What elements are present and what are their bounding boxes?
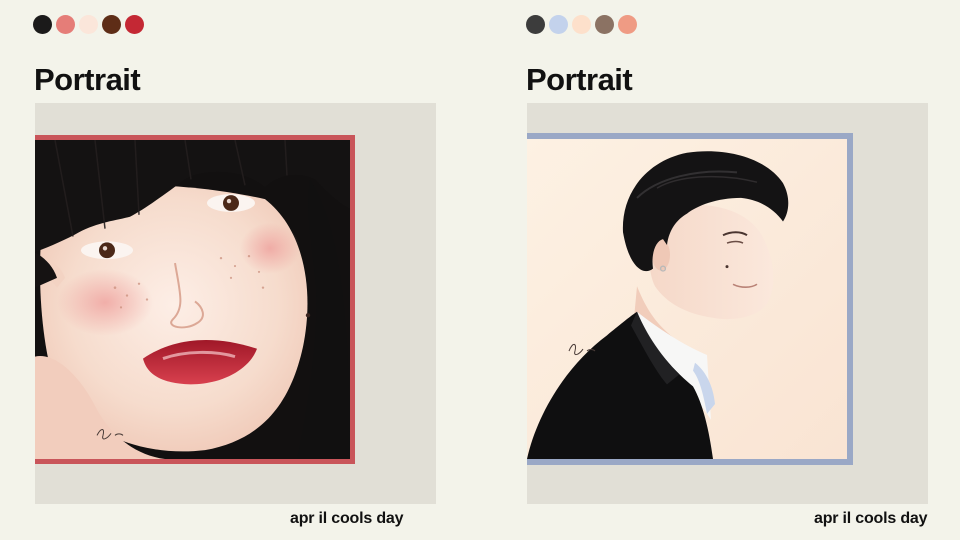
artwork-card bbox=[527, 103, 928, 504]
portrait-card-left: Portrait apr il cools day bbox=[0, 0, 436, 540]
palette-swatch bbox=[549, 15, 568, 34]
color-palette bbox=[33, 15, 144, 34]
color-palette bbox=[526, 15, 637, 34]
footer-brand-text: apr il cools day bbox=[290, 510, 404, 527]
artwork-card bbox=[35, 103, 436, 504]
palette-swatch bbox=[33, 15, 52, 34]
portrait-card-right: Portrait apr il cools day bbox=[491, 0, 928, 540]
palette-swatch bbox=[79, 15, 98, 34]
artwork-frame bbox=[527, 133, 853, 465]
palette-swatch bbox=[595, 15, 614, 34]
portrait-illustration-girl bbox=[35, 140, 350, 459]
palette-swatch bbox=[125, 15, 144, 34]
palette-swatch bbox=[56, 15, 75, 34]
artwork-frame bbox=[35, 135, 355, 464]
palette-swatch bbox=[618, 15, 637, 34]
portrait-illustration-boy bbox=[527, 139, 847, 459]
palette-swatch bbox=[572, 15, 591, 34]
footer-brand-text: apr il cools day bbox=[814, 510, 928, 527]
card-title: Portrait bbox=[34, 62, 141, 97]
palette-swatch bbox=[102, 15, 121, 34]
card-title: Portrait bbox=[526, 62, 633, 97]
palette-swatch bbox=[526, 15, 545, 34]
